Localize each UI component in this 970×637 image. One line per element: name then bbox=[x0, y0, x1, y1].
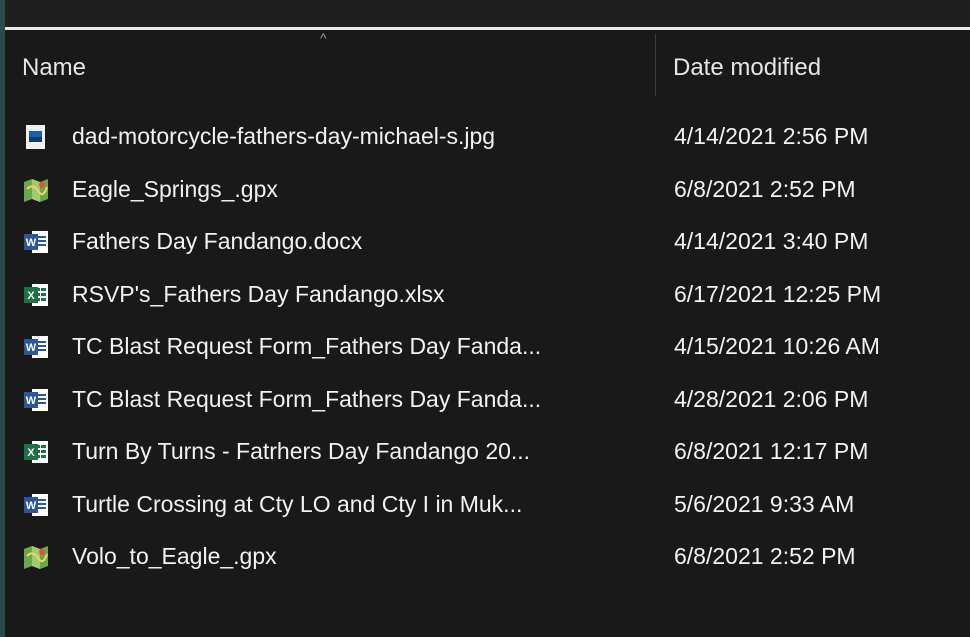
file-date-modified: 4/28/2021 2:06 PM bbox=[674, 385, 869, 412]
excel-file-icon: X bbox=[23, 282, 49, 308]
file-row[interactable]: X RSVP's_Fathers Day Fandango.xlsx 6/17/20… bbox=[5, 275, 970, 328]
column-header: Name Date modified bbox=[5, 34, 970, 96]
file-date-modified: 4/14/2021 2:56 PM bbox=[674, 123, 869, 149]
word-file-icon: W bbox=[23, 229, 49, 255]
file-name[interactable]: dad-motorcycle-fathers-day-michael-s.jpg bbox=[72, 123, 495, 150]
svg-text:W: W bbox=[26, 237, 37, 249]
file-row[interactable]: W TC Blast Request Form_Fathers Day Fanda… bbox=[5, 327, 970, 380]
file-name[interactable]: TC Blast Request Form_Fathers Day Fanda.… bbox=[72, 386, 541, 413]
file-row[interactable]: Eagle_Springs_.gpx 6/8/2021 2:52 PM bbox=[5, 170, 970, 223]
file-name[interactable]: Fathers Day Fandango.docx bbox=[72, 228, 362, 255]
svg-text:W: W bbox=[26, 342, 37, 354]
file-date-modified: 4/14/2021 3:40 PM bbox=[674, 228, 869, 254]
map-file-icon bbox=[23, 544, 49, 570]
file-name[interactable]: RSVP's_Fathers Day Fandango.xlsx bbox=[72, 281, 445, 308]
header-separator bbox=[5, 27, 970, 30]
file-row[interactable]: W Fathers Day Fandango.docx 4/14/2021 3:40… bbox=[5, 222, 970, 275]
file-date-modified: 6/8/2021 2:52 PM bbox=[674, 175, 856, 202]
file-row[interactable]: Volo_to_Eagle_.gpx 6/8/2021 2:52 PM bbox=[5, 537, 970, 590]
file-date-modified: 5/6/2021 9:33 AM bbox=[674, 490, 855, 517]
image-file-icon bbox=[23, 124, 49, 150]
file-explorer-window: ^ Name Date modified dad-motorcycle-fath… bbox=[5, 0, 970, 637]
word-file-icon: W bbox=[23, 387, 49, 413]
word-file-icon: W bbox=[23, 334, 49, 360]
file-row[interactable]: W Turtle Crossing at Cty LO and Cty I in … bbox=[5, 485, 970, 538]
file-name[interactable]: Eagle_Springs_.gpx bbox=[72, 176, 278, 203]
file-date-modified: 6/8/2021 2:52 PM bbox=[674, 543, 856, 569]
file-row[interactable]: X Turn By Turns - Fatrhers Day Fandango 2… bbox=[5, 432, 970, 485]
column-resize-handle[interactable] bbox=[655, 34, 656, 96]
word-file-icon: W bbox=[23, 492, 49, 518]
svg-text:W: W bbox=[26, 395, 37, 407]
file-row[interactable]: dad-motorcycle-fathers-day-michael-s.jpg… bbox=[5, 117, 970, 170]
file-list: dad-motorcycle-fathers-day-michael-s.jpg… bbox=[5, 117, 970, 590]
svg-text:W: W bbox=[26, 500, 37, 512]
title-bar bbox=[5, 0, 970, 27]
svg-text:X: X bbox=[27, 447, 35, 459]
file-date-modified: 6/8/2021 12:17 PM bbox=[674, 438, 869, 464]
map-file-icon bbox=[23, 177, 49, 203]
file-row[interactable]: W TC Blast Request Form_Fathers Day Fanda… bbox=[5, 380, 970, 433]
file-date-modified: 6/17/2021 12:25 PM bbox=[674, 280, 882, 307]
file-name[interactable]: TC Blast Request Form_Fathers Day Fanda.… bbox=[72, 333, 541, 360]
file-date-modified: 4/15/2021 10:26 AM bbox=[674, 333, 880, 359]
column-header-name[interactable]: Name bbox=[22, 54, 86, 82]
svg-text:X: X bbox=[27, 290, 35, 302]
file-name[interactable]: Turn By Turns - Fatrhers Day Fandango 20… bbox=[72, 438, 530, 465]
excel-file-icon: X bbox=[23, 439, 49, 465]
file-name[interactable]: Turtle Crossing at Cty LO and Cty I in M… bbox=[72, 491, 522, 518]
file-name[interactable]: Volo_to_Eagle_.gpx bbox=[72, 543, 277, 570]
column-header-date-modified[interactable]: Date modified bbox=[673, 54, 821, 82]
